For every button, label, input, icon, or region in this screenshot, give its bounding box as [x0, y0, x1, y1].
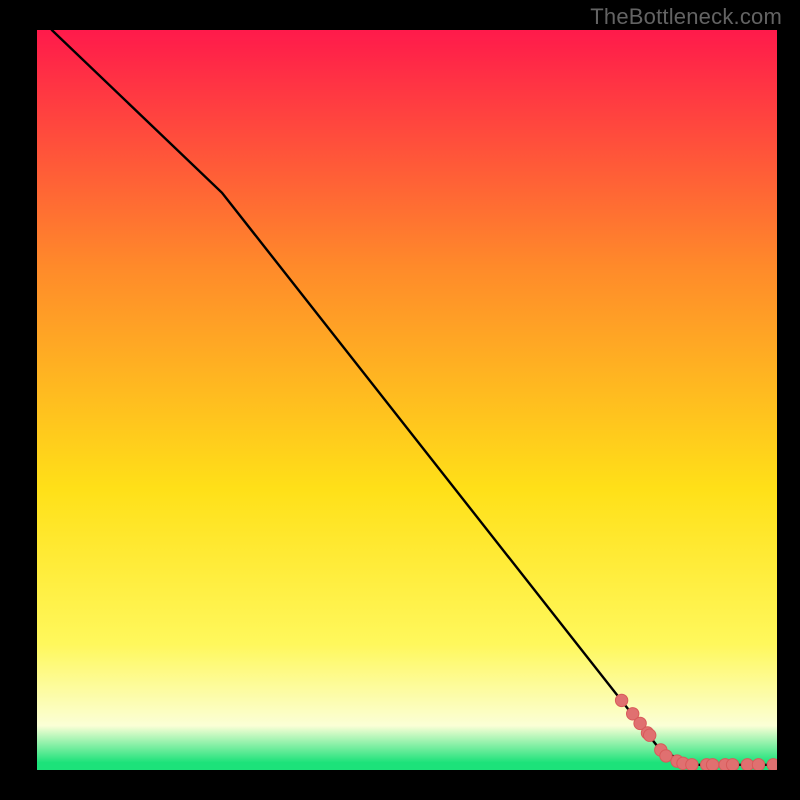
- plot-area: [37, 30, 777, 770]
- data-marker: [660, 750, 672, 762]
- gradient-background: [37, 30, 777, 770]
- data-marker: [644, 729, 656, 741]
- data-marker: [741, 759, 753, 770]
- data-marker: [767, 759, 777, 770]
- data-marker: [706, 759, 718, 770]
- chart-frame: TheBottleneck.com: [0, 0, 800, 800]
- data-marker: [752, 759, 764, 770]
- chart-svg: [37, 30, 777, 770]
- data-marker: [726, 759, 738, 770]
- data-marker: [615, 694, 627, 706]
- data-marker: [686, 759, 698, 770]
- watermark-label: TheBottleneck.com: [590, 4, 782, 30]
